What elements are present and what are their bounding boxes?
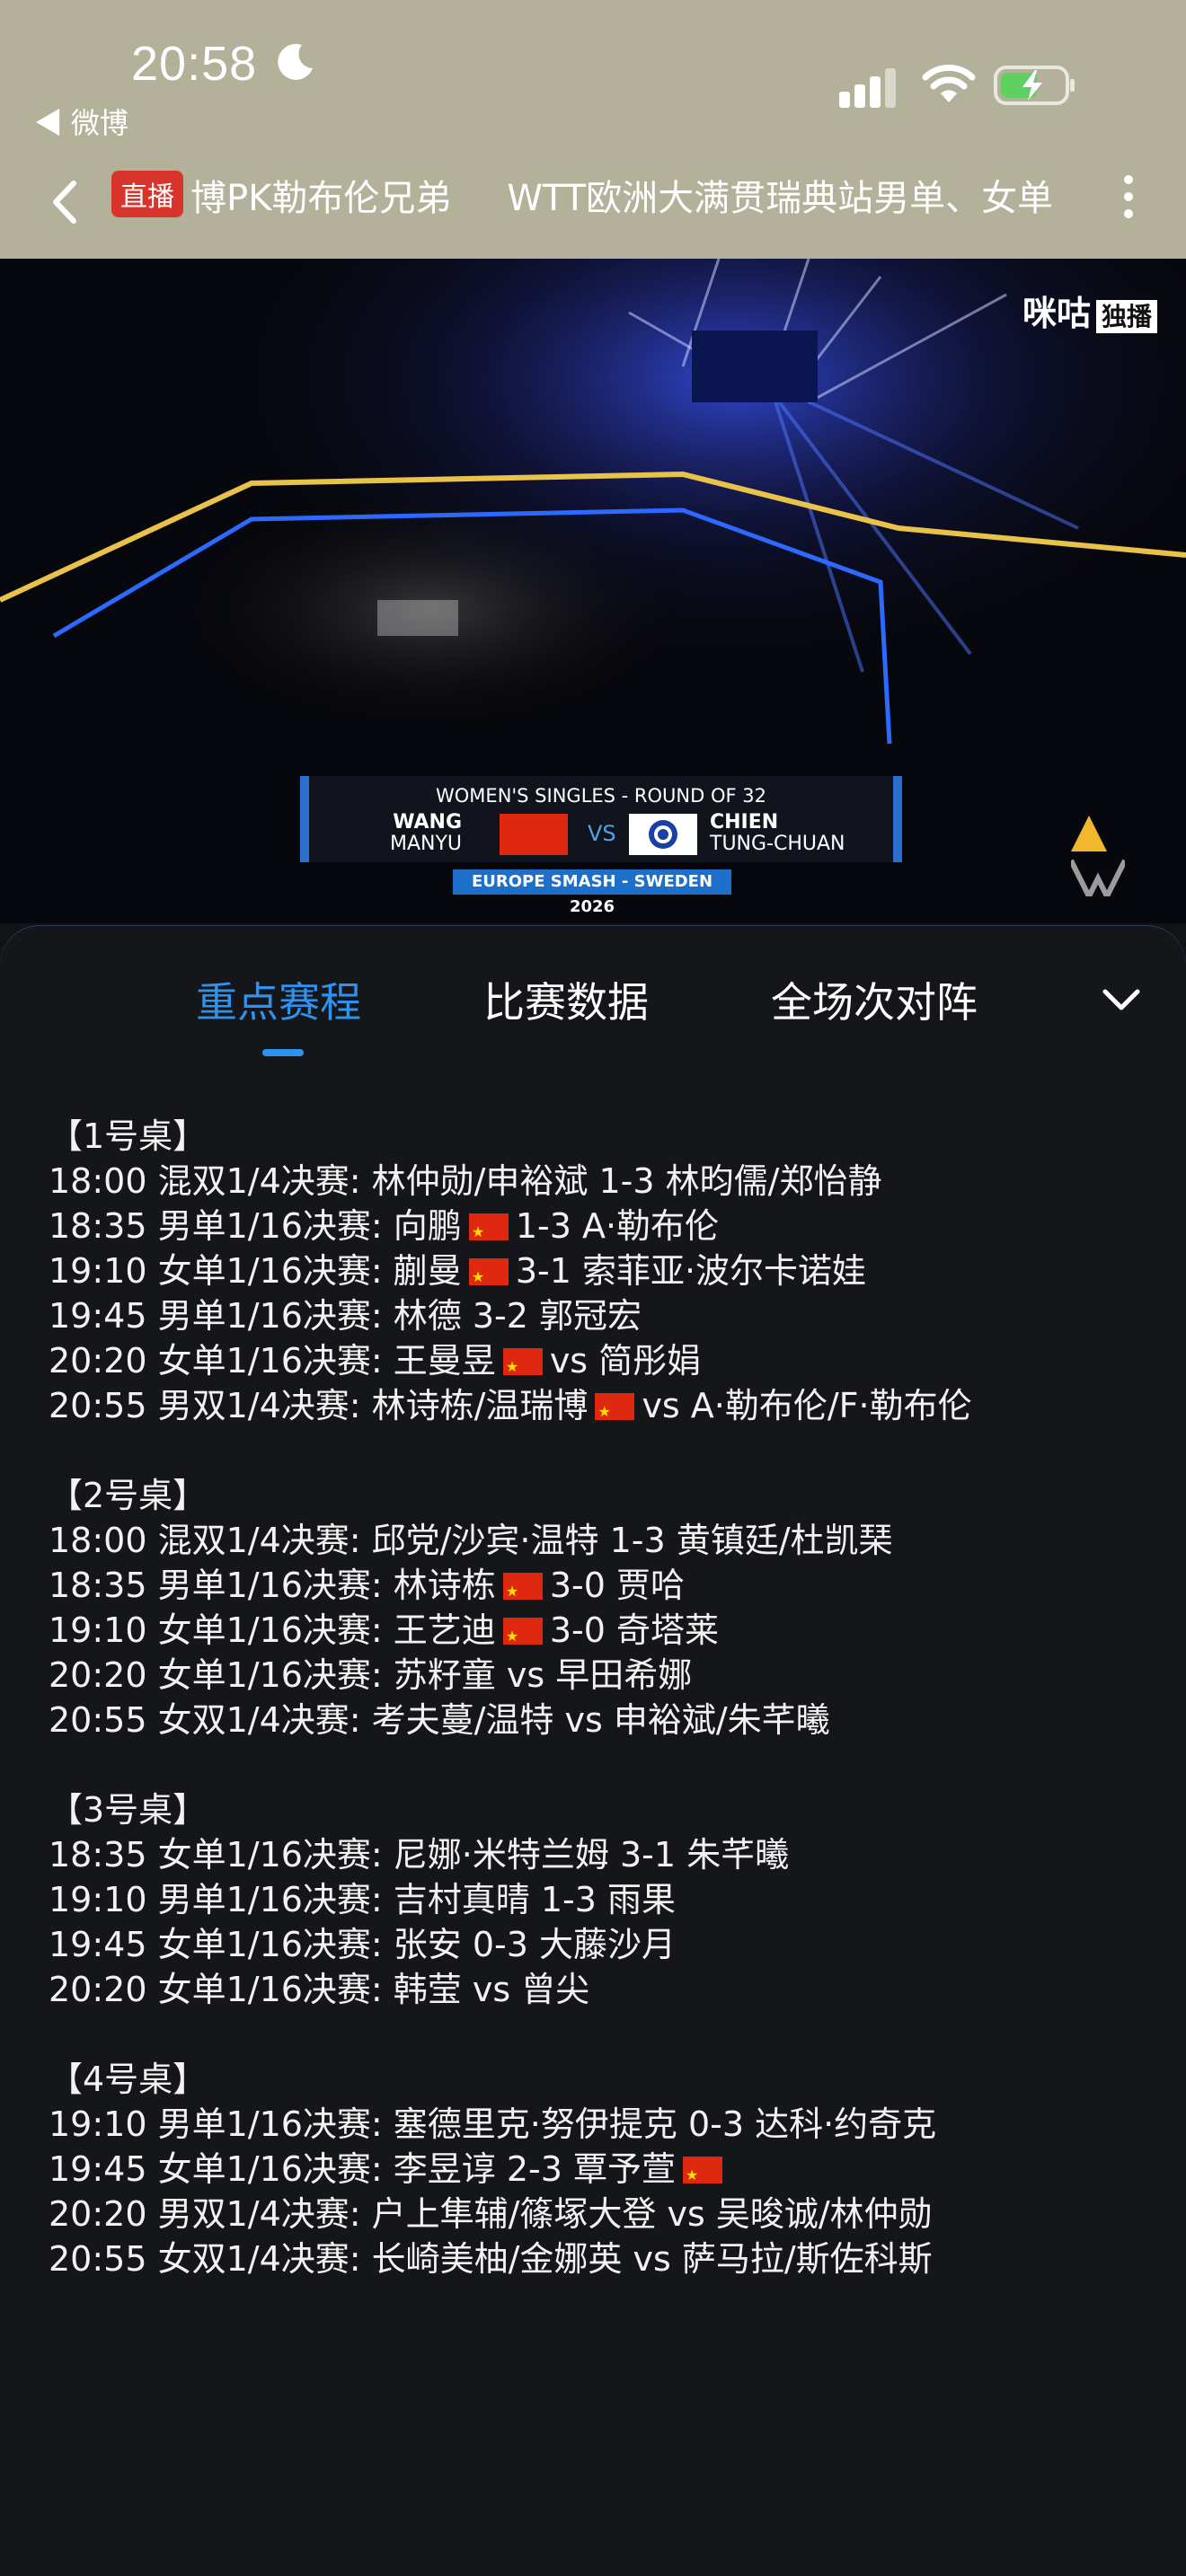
player2-first: TUNG-CHUAN: [710, 833, 845, 855]
match-row: 19:10 女单1/16决赛: 王艺迪 3-0 奇塔莱: [49, 1608, 1145, 1659]
content-panel: 重点赛程 比赛数据 全场次对阵 【1号桌】 18:00 混双1/4决赛: 林仲勋/…: [0, 925, 1186, 2576]
cellular-signal-icon: [839, 68, 896, 108]
match-row: 19:10 女单1/16决赛: 蒯曼 3-1 索菲亚·波尔卡诺娃: [49, 1248, 1145, 1300]
match-row: 20:55 男双1/4决赛: 林诗栋/温瑞博 vs A·勒布伦/F·勒布伦: [49, 1383, 1145, 1434]
match-text: 20:55 男双1/4决赛: 林诗栋/温瑞博: [49, 1386, 589, 1425]
match-text: 19:10 男单1/16决赛: 塞德里克·努伊提克 0-3 达科·约奇克: [49, 2104, 937, 2144]
match-text: 20:55 女双1/4决赛: 考夫蔓/温特 vs 申裕斌/朱芊曦: [49, 1700, 830, 1740]
tab-key-schedule[interactable]: 重点赛程: [196, 970, 361, 1029]
china-flag-icon: [502, 1569, 543, 1614]
migu-watermark: 咪咕 独播: [1022, 286, 1157, 335]
match-row: 18:00 混双1/4决赛: 林仲勋/申裕斌 1-3 林昀儒/郑怡静: [49, 1159, 1145, 1204]
active-tab-indicator: [262, 1049, 304, 1056]
table-group-title: 【4号桌】: [49, 2060, 208, 2099]
match-text: 19:45 女单1/16决赛: 李昱谆 2-3 覃予萱: [49, 2149, 677, 2189]
status-bar: 20:58 ◀ 微博: [0, 0, 1186, 153]
table-group-title: 【3号桌】: [49, 1790, 208, 1830]
exclusive-tag: 独播: [1095, 300, 1157, 333]
match-row: 18:00 混双1/4决赛: 邱党/沙宾·温特 1-3 黄镇廷/杜凯琹: [49, 1518, 1145, 1563]
match-row: 18:35 男单1/16决赛: 向鹏 1-3 A·勒布伦: [49, 1204, 1145, 1255]
match-row: 20:55 女双1/4决赛: 长崎美柚/金娜英 vs 萨马拉/斯佐科斯: [49, 2236, 1145, 2281]
table-group: 【2号桌】 18:00 混双1/4决赛: 邱党/沙宾·温特 1-3 黄镇廷/杜凯琹…: [49, 1473, 1145, 1742]
match-text: 20:20 女单1/16决赛: 王曼昱: [49, 1341, 496, 1381]
tab-all-matches[interactable]: 全场次对阵: [771, 970, 978, 1029]
match-text: 19:10 女单1/16决赛: 蒯曼: [49, 1251, 462, 1291]
match-text: 20:20 女单1/16决赛: 韩莹 vs 曾尖: [49, 1970, 590, 2009]
match-text: 18:35 男单1/16决赛: 林诗栋: [49, 1566, 496, 1605]
wtt-logo-icon: [1071, 816, 1125, 896]
match-text: 20:20 女单1/16决赛: 苏籽童 vs 早田希娜: [49, 1655, 693, 1695]
table-group: 【4号桌】 19:10 男单1/16决赛: 塞德里克·努伊提克 0-3 达科·约奇…: [49, 2057, 1145, 2281]
status-time: 20:58: [131, 37, 258, 91]
match-text: 19:10 女单1/16决赛: 王艺迪: [49, 1610, 496, 1650]
china-flag-icon: [468, 1255, 509, 1300]
back-arrow-icon[interactable]: [43, 171, 88, 234]
match-text: 19:45 男单1/16决赛: 林德 3-2 郭冠宏: [49, 1296, 642, 1336]
player1-name: WANG MANYU: [390, 812, 462, 855]
match-text: 19:10 男单1/16决赛: 吉村真晴 1-3 雨果: [49, 1880, 677, 1919]
versus-label: VS: [588, 821, 616, 846]
match-row: 20:55 女双1/4决赛: 考夫蔓/温特 vs 申裕斌/朱芊曦: [49, 1698, 1145, 1742]
player2-last: CHIEN: [710, 811, 779, 834]
match-row: 18:35 男单1/16决赛: 林诗栋 3-0 贾哈: [49, 1563, 1145, 1614]
title-marquee: 博PK勒布伦兄弟 WTT欧洲大满贯瑞典站男单、女单: [190, 169, 1098, 221]
player1-first: MANYU: [390, 833, 463, 855]
tab-match-data[interactable]: 比赛数据: [483, 970, 649, 1029]
match-text: 20:55 女双1/4决赛: 长崎美柚/金娜英 vs 萨马拉/斯佐科斯: [49, 2239, 933, 2279]
match-text: 18:00 混双1/4决赛: 邱党/沙宾·温特 1-3 黄镇廷/杜凯琹: [49, 1521, 893, 1560]
match-row: 20:20 女单1/16决赛: 王曼昱 vs 简彤娟: [49, 1338, 1145, 1389]
match-text: 20:20 男双1/4决赛: 户上隼辅/篠塚大登 vs 吴晙诚/林仲勋: [49, 2194, 933, 2234]
tab-bar: 重点赛程 比赛数据 全场次对阵: [0, 970, 1186, 1051]
china-flag-icon: [683, 2153, 723, 2198]
match-text: 18:35 男单1/16决赛: 向鹏: [49, 1206, 462, 1246]
battery-charging-icon: [994, 66, 1075, 105]
video-player[interactable]: 咪咕 独播 WOMEN'S SINGLES - ROUND OF 32 WANG …: [0, 259, 1186, 923]
match-row: 20:20 男双1/4决赛: 户上隼辅/篠塚大登 vs 吴晙诚/林仲勋: [49, 2192, 1145, 2236]
match-result-text: 3-0 奇塔莱: [549, 1610, 719, 1650]
scoreboard-title: WOMEN'S SINGLES - ROUND OF 32: [436, 785, 766, 807]
player1-last: WANG: [393, 811, 463, 834]
scoreboard-overlay: WOMEN'S SINGLES - ROUND OF 32 WANG MANYU…: [300, 776, 902, 862]
match-row: 19:10 男单1/16决赛: 吉村真晴 1-3 雨果: [49, 1877, 1145, 1922]
back-to-weibo-link[interactable]: ◀ 微博: [34, 101, 128, 142]
match-row: 19:45 女单1/16决赛: 张安 0-3 大藤沙月: [49, 1922, 1145, 1967]
match-result-text: 3-0 贾哈: [549, 1566, 685, 1605]
marquee-segment: WTT欧洲大满贯瑞典站男单、女单: [507, 178, 1054, 219]
schedule-list: 【1号桌】 18:00 混双1/4决赛: 林仲勋/申裕斌 1-3 林昀儒/郑怡静 1…: [49, 1114, 1145, 2326]
table-group-title: 【2号桌】: [49, 1476, 208, 1515]
watermark-text: 咪咕: [1022, 294, 1091, 333]
match-result-text: 1-3 A·勒布伦: [515, 1206, 720, 1246]
match-row: 20:20 女单1/16决赛: 韩莹 vs 曾尖: [49, 1967, 1145, 2012]
chinese-taipei-flag-icon: [629, 814, 697, 855]
china-flag-icon: [500, 814, 568, 855]
table-group-title: 【1号桌】: [49, 1116, 208, 1156]
title-bar: 博PK勒布伦兄弟 WTT欧洲大满贯瑞典站男单、女单 直播: [0, 153, 1186, 259]
chevron-down-icon[interactable]: [1098, 983, 1145, 1019]
china-flag-icon: [502, 1345, 543, 1389]
table-group: 【3号桌】 18:35 女单1/16决赛: 尼娜·米特兰姆 3-1 朱芊曦 19:1…: [49, 1787, 1145, 2012]
match-text: 19:45 女单1/16决赛: 张安 0-3 大藤沙月: [49, 1925, 677, 1964]
match-text: 18:00 混双1/4决赛: 林仲勋/申裕斌 1-3 林昀儒/郑怡静: [49, 1161, 882, 1201]
match-result-text: 3-1 索菲亚·波尔卡诺娃: [515, 1251, 867, 1291]
table-group: 【1号桌】 18:00 混双1/4决赛: 林仲勋/申裕斌 1-3 林昀儒/郑怡静 1…: [49, 1114, 1145, 1434]
match-result-text: vs A·勒布伦/F·勒布伦: [642, 1386, 972, 1425]
live-badge: 直播: [111, 171, 183, 217]
match-row: 19:10 男单1/16决赛: 塞德里克·努伊提克 0-3 达科·约奇克: [49, 2102, 1145, 2147]
moon-icon: [278, 43, 313, 80]
wifi-icon: [922, 64, 976, 102]
match-row: 20:20 女单1/16决赛: 苏籽童 vs 早田希娜: [49, 1653, 1145, 1698]
match-row: 19:45 男单1/16决赛: 林德 3-2 郭冠宏: [49, 1293, 1145, 1338]
event-tag: EUROPE SMASH - SWEDEN 2026: [453, 869, 731, 916]
china-flag-icon: [502, 1614, 543, 1659]
match-text: 18:35 女单1/16决赛: 尼娜·米特兰姆 3-1 朱芊曦: [49, 1835, 790, 1875]
match-row: 19:45 女单1/16决赛: 李昱谆 2-3 覃予萱: [49, 2147, 1145, 2198]
marquee-segment: 博PK勒布伦兄弟: [190, 178, 452, 219]
china-flag-icon: [595, 1389, 635, 1434]
more-options-icon[interactable]: [1111, 167, 1146, 239]
china-flag-icon: [468, 1210, 509, 1255]
player2-name: CHIEN TUNG-CHUAN: [710, 812, 845, 855]
match-row: 18:35 女单1/16决赛: 尼娜·米特兰姆 3-1 朱芊曦: [49, 1832, 1145, 1877]
match-result-text: vs 简彤娟: [549, 1341, 702, 1381]
